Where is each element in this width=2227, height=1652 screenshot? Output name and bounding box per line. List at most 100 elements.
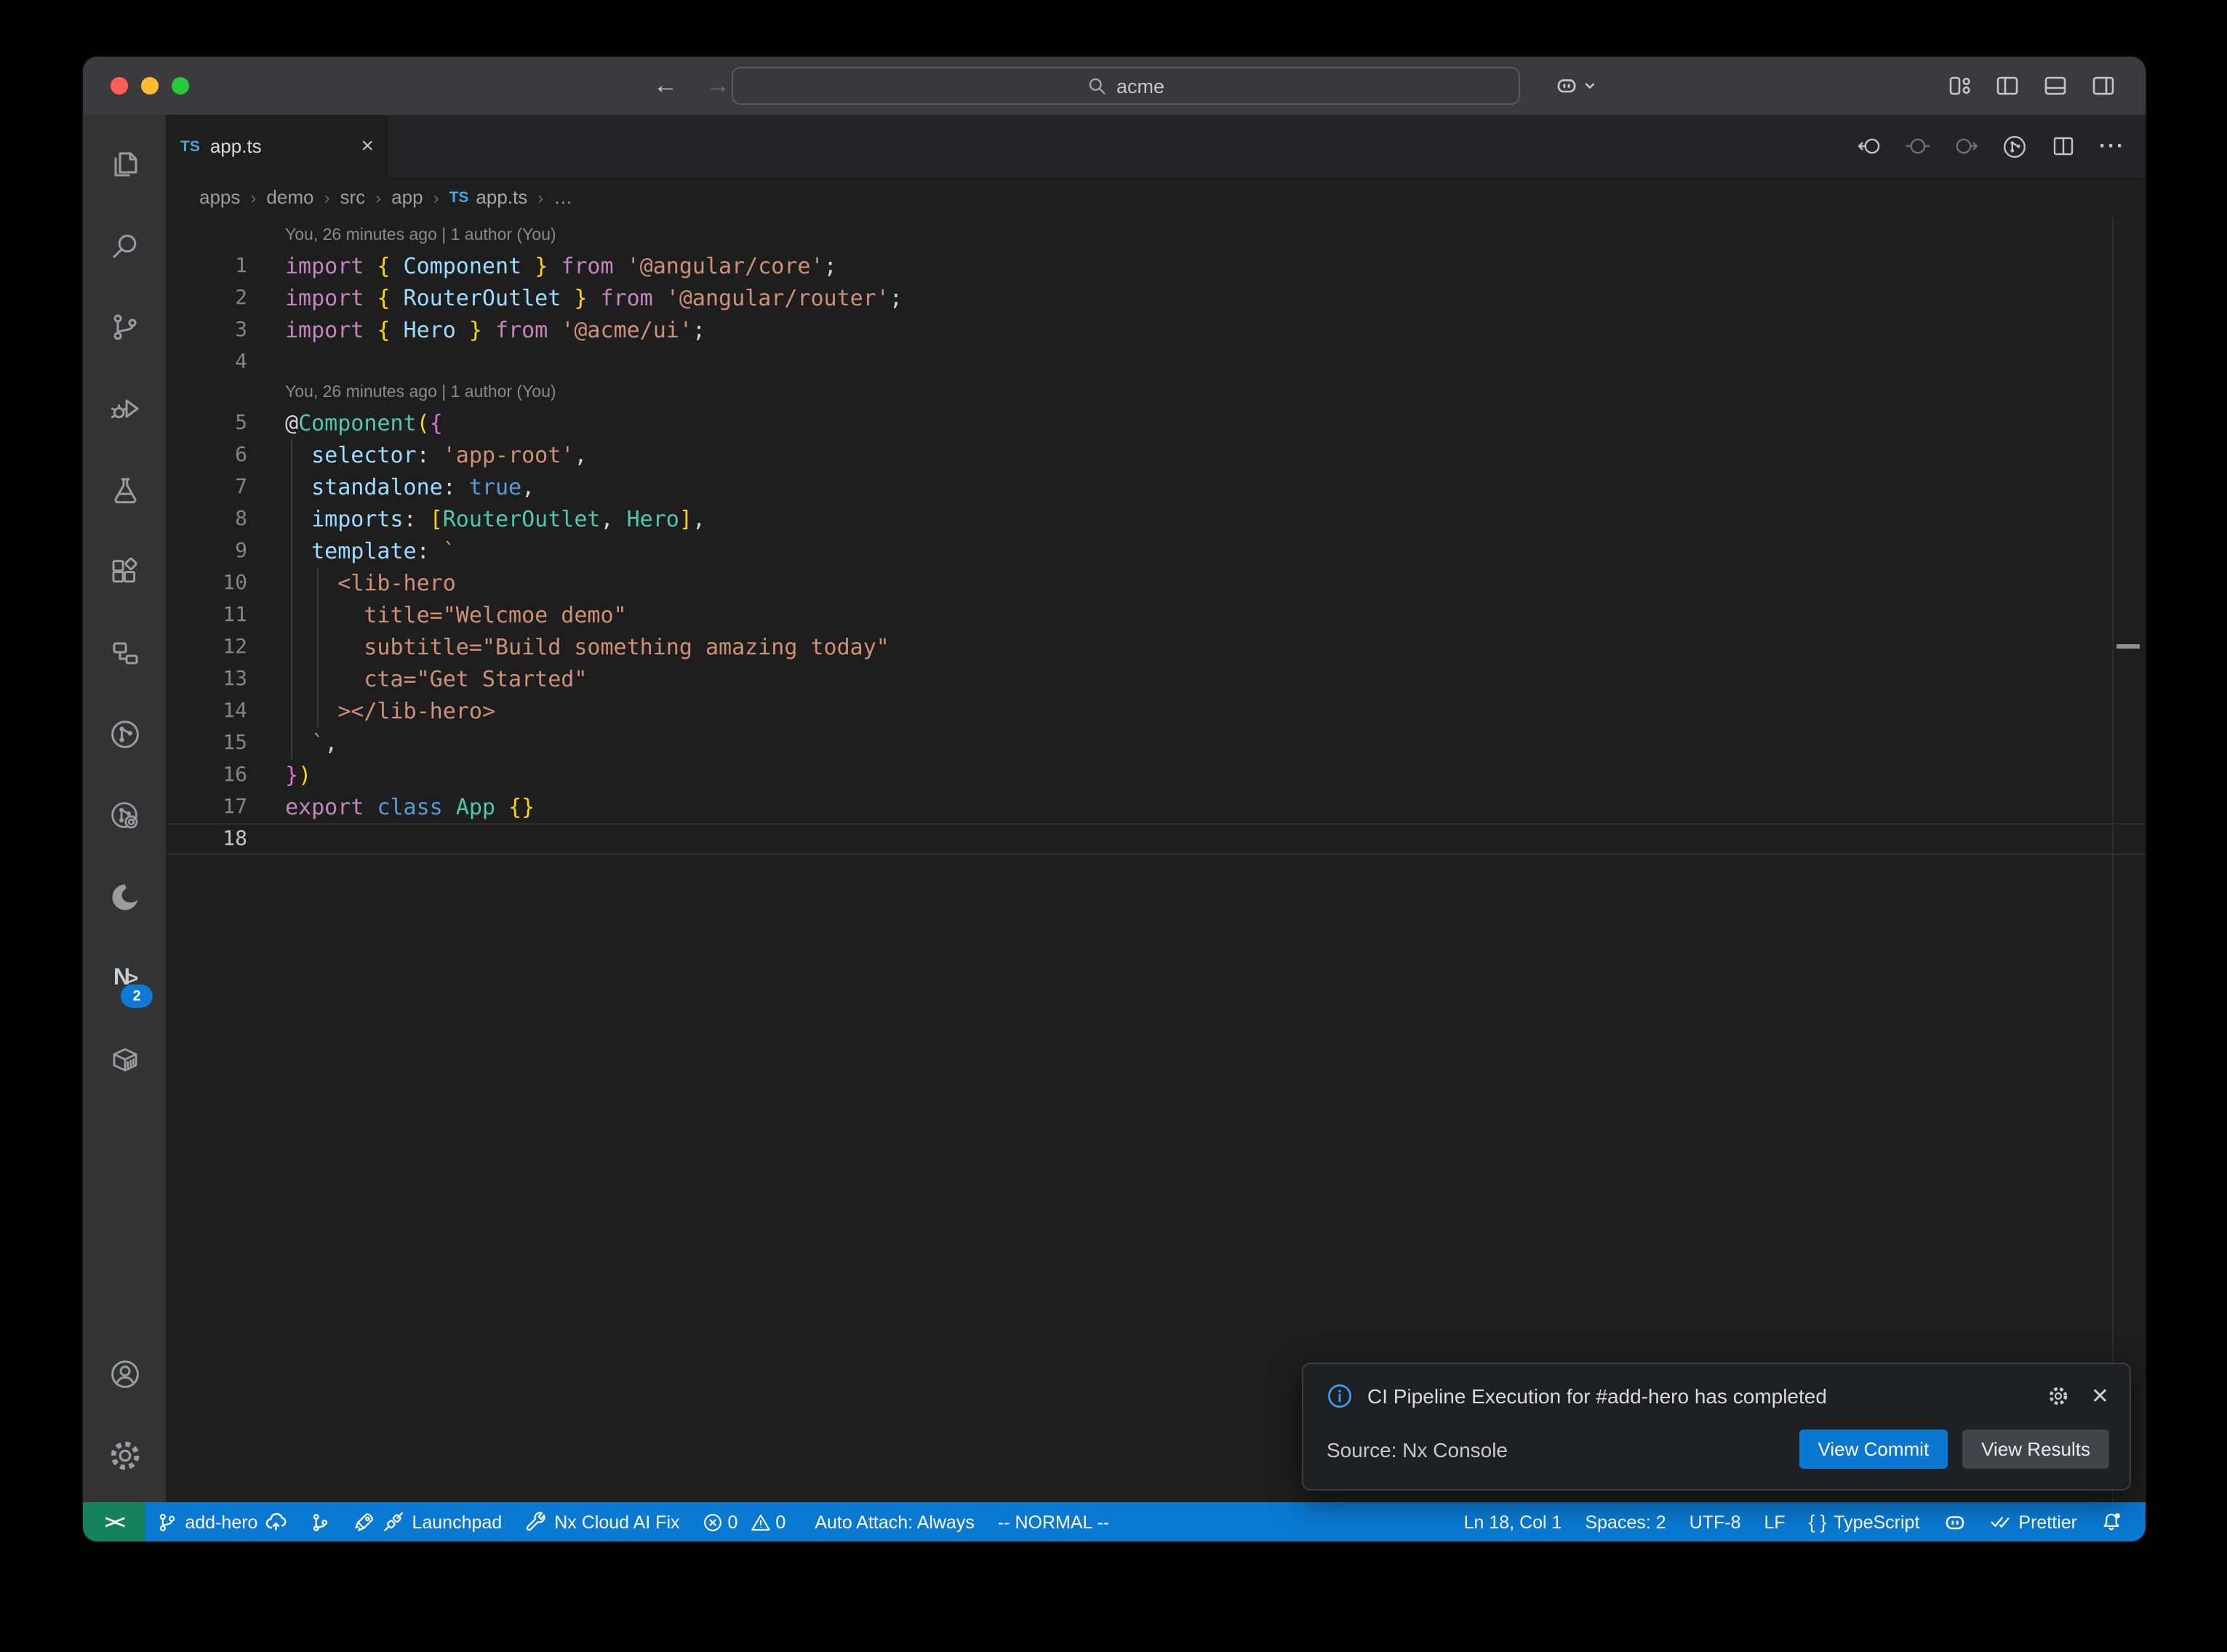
gear-small-icon[interactable] [2047,1384,2071,1408]
status-launchpad[interactable]: Launchpad [342,1502,513,1541]
line-number: 4 [166,346,247,378]
status-language-mode[interactable]: { }TypeScript [1797,1502,1932,1541]
view-results-button[interactable]: View Results [1962,1430,2109,1469]
overview-ruler[interactable] [2112,217,2114,1502]
code-line-10[interactable]: 10 <lib-hero [166,567,2146,599]
activity-item-settings-gear[interactable] [83,1415,166,1496]
line-number: 11 [166,599,247,631]
notification-title: CI Pipeline Execution for #add-hero has … [1367,1384,2033,1408]
view-commit-button[interactable]: View Commit [1799,1430,1948,1469]
copilot-menu[interactable] [1555,57,1597,115]
activity-item-remote-explorer[interactable] [83,612,166,694]
status-scm-graph[interactable] [298,1502,342,1541]
line-number: 16 [166,759,247,791]
copilot-icon[interactable] [1555,74,1578,97]
activity-item-nx-console[interactable]: N>2 [83,938,166,1019]
status-notifications-bell[interactable] [2089,1502,2134,1541]
breadcrumb-item-demo[interactable]: demo [266,186,313,208]
line-content: template: ` [247,535,456,567]
activity-item-nx-project-details[interactable] [83,775,166,857]
settings-gear-icon [105,1437,143,1475]
window-minimize-button[interactable] [141,77,159,95]
code-line-1[interactable]: 1import { Component } from '@angular/cor… [166,250,2146,282]
status-formatter[interactable]: Prettier [1978,1502,2089,1541]
activity-item-containers[interactable] [83,1019,166,1101]
customize-layout-icon[interactable] [1946,73,1972,99]
breadcrumb[interactable]: apps›demo›src›app›TSapp.ts›… [166,177,2146,217]
line-content: }) [247,759,311,791]
code-line-16[interactable]: 16}) [166,759,2146,791]
code-line-18[interactable]: 18 [166,823,2146,855]
breadcrumb-file[interactable]: TSapp.ts [449,186,528,208]
activity-item-accounts[interactable] [83,1334,166,1415]
code-line-17[interactable]: 17export class App {} [166,791,2146,823]
status-indentation[interactable]: Spaces: 2 [1573,1502,1677,1541]
code-line-9[interactable]: 9 template: ` [166,535,2146,567]
toggle-secondary-sidebar-icon[interactable] [2090,73,2116,99]
activity-item-edge-browser[interactable] [83,857,166,938]
split-editor-icon[interactable] [2051,134,2076,159]
code-editor[interactable]: You, 26 minutes ago | 1 author (You)1imp… [166,217,2146,1502]
breadcrumb-more[interactable]: … [553,186,572,208]
bell-dot-icon [2100,1511,2122,1533]
line-content: `, [247,727,337,759]
close-x-icon[interactable]: ✕ [2091,1383,2109,1409]
status-problems[interactable]: 00 [692,1502,804,1541]
breadcrumb-item-app[interactable]: app [391,186,423,208]
code-line-2[interactable]: 2import { RouterOutlet } from '@angular/… [166,282,2146,314]
status-remote-indicator[interactable]: >< [83,1502,145,1541]
close-tab-icon[interactable]: × [361,135,374,157]
status-encoding[interactable]: UTF-8 [1678,1502,1753,1541]
nav-back-circle-icon[interactable] [1858,134,1882,159]
toggle-panel-icon[interactable] [2042,73,2068,99]
status-copilot-status[interactable] [1931,1502,1978,1541]
window-zoom-button[interactable] [172,77,189,95]
activity-item-source-control[interactable] [83,286,166,368]
line-number: 10 [166,567,247,599]
activity-item-run-debug[interactable] [83,368,166,449]
activity-item-search[interactable] [83,205,166,286]
activity-item-nx-project-graph[interactable] [83,694,166,775]
nav-forward-circle-icon[interactable] [1954,134,1978,159]
activity-item-testing[interactable] [83,449,166,531]
graph-icon [310,1512,330,1532]
activity-item-explorer[interactable] [83,124,166,205]
breadcrumb-item-src[interactable]: src [340,186,365,208]
overview-ruler-marker [2116,644,2140,649]
arrow-back-icon[interactable]: ← [653,71,678,100]
line-number: 6 [166,439,247,471]
code-line-4[interactable]: 4 [166,346,2146,378]
code-line-14[interactable]: 14 ></lib-hero> [166,695,2146,727]
status-vim-mode[interactable]: -- NORMAL -- [986,1502,1121,1541]
status-nx-cloud-ai-fix[interactable]: Nx Cloud AI Fix [513,1502,691,1541]
nx-graph-small-icon[interactable] [2002,133,2028,159]
line-number: 3 [166,314,247,346]
code-line-15[interactable]: 15 `, [166,727,2146,759]
code-line-13[interactable]: 13 cta="Get Started" [166,663,2146,695]
code-line-12[interactable]: 12 subtitle="Build something amazing tod… [166,631,2146,663]
code-line-3[interactable]: 3import { Hero } from '@acme/ui'; [166,314,2146,346]
chevron-down-icon[interactable] [1583,79,1597,93]
line-number: 5 [166,407,247,439]
code-line-8[interactable]: 8 imports: [RouterOutlet, Hero], [166,503,2146,535]
arrow-forward-icon[interactable]: → [705,71,730,100]
status-auto-attach[interactable]: Auto Attach: Always [803,1502,986,1541]
window-controls [111,57,189,115]
code-line-11[interactable]: 11 title="Welcmoe demo" [166,599,2146,631]
status-eol[interactable]: LF [1753,1502,1797,1541]
code-line-7[interactable]: 7 standalone: true, [166,471,2146,503]
command-center-search[interactable]: acme [732,67,1520,105]
status-cursor-position[interactable]: Ln 18, Col 1 [1452,1502,1574,1541]
line-content: <lib-hero [247,567,456,599]
circle-ends-icon[interactable] [1906,134,1930,159]
breadcrumb-item-apps[interactable]: apps [199,186,240,208]
typescript-file-icon: TS [449,188,469,206]
more-actions-icon[interactable]: ··· [2099,134,2125,159]
tab-app-ts[interactable]: TS app.ts × [166,115,388,177]
toggle-primary-sidebar-icon[interactable] [1994,73,2020,99]
window-close-button[interactable] [111,77,128,95]
status-branch[interactable]: add-hero [145,1502,298,1541]
activity-item-extensions[interactable] [83,531,166,612]
code-line-5[interactable]: 5@Component({ [166,407,2146,439]
code-line-6[interactable]: 6 selector: 'app-root', [166,439,2146,471]
